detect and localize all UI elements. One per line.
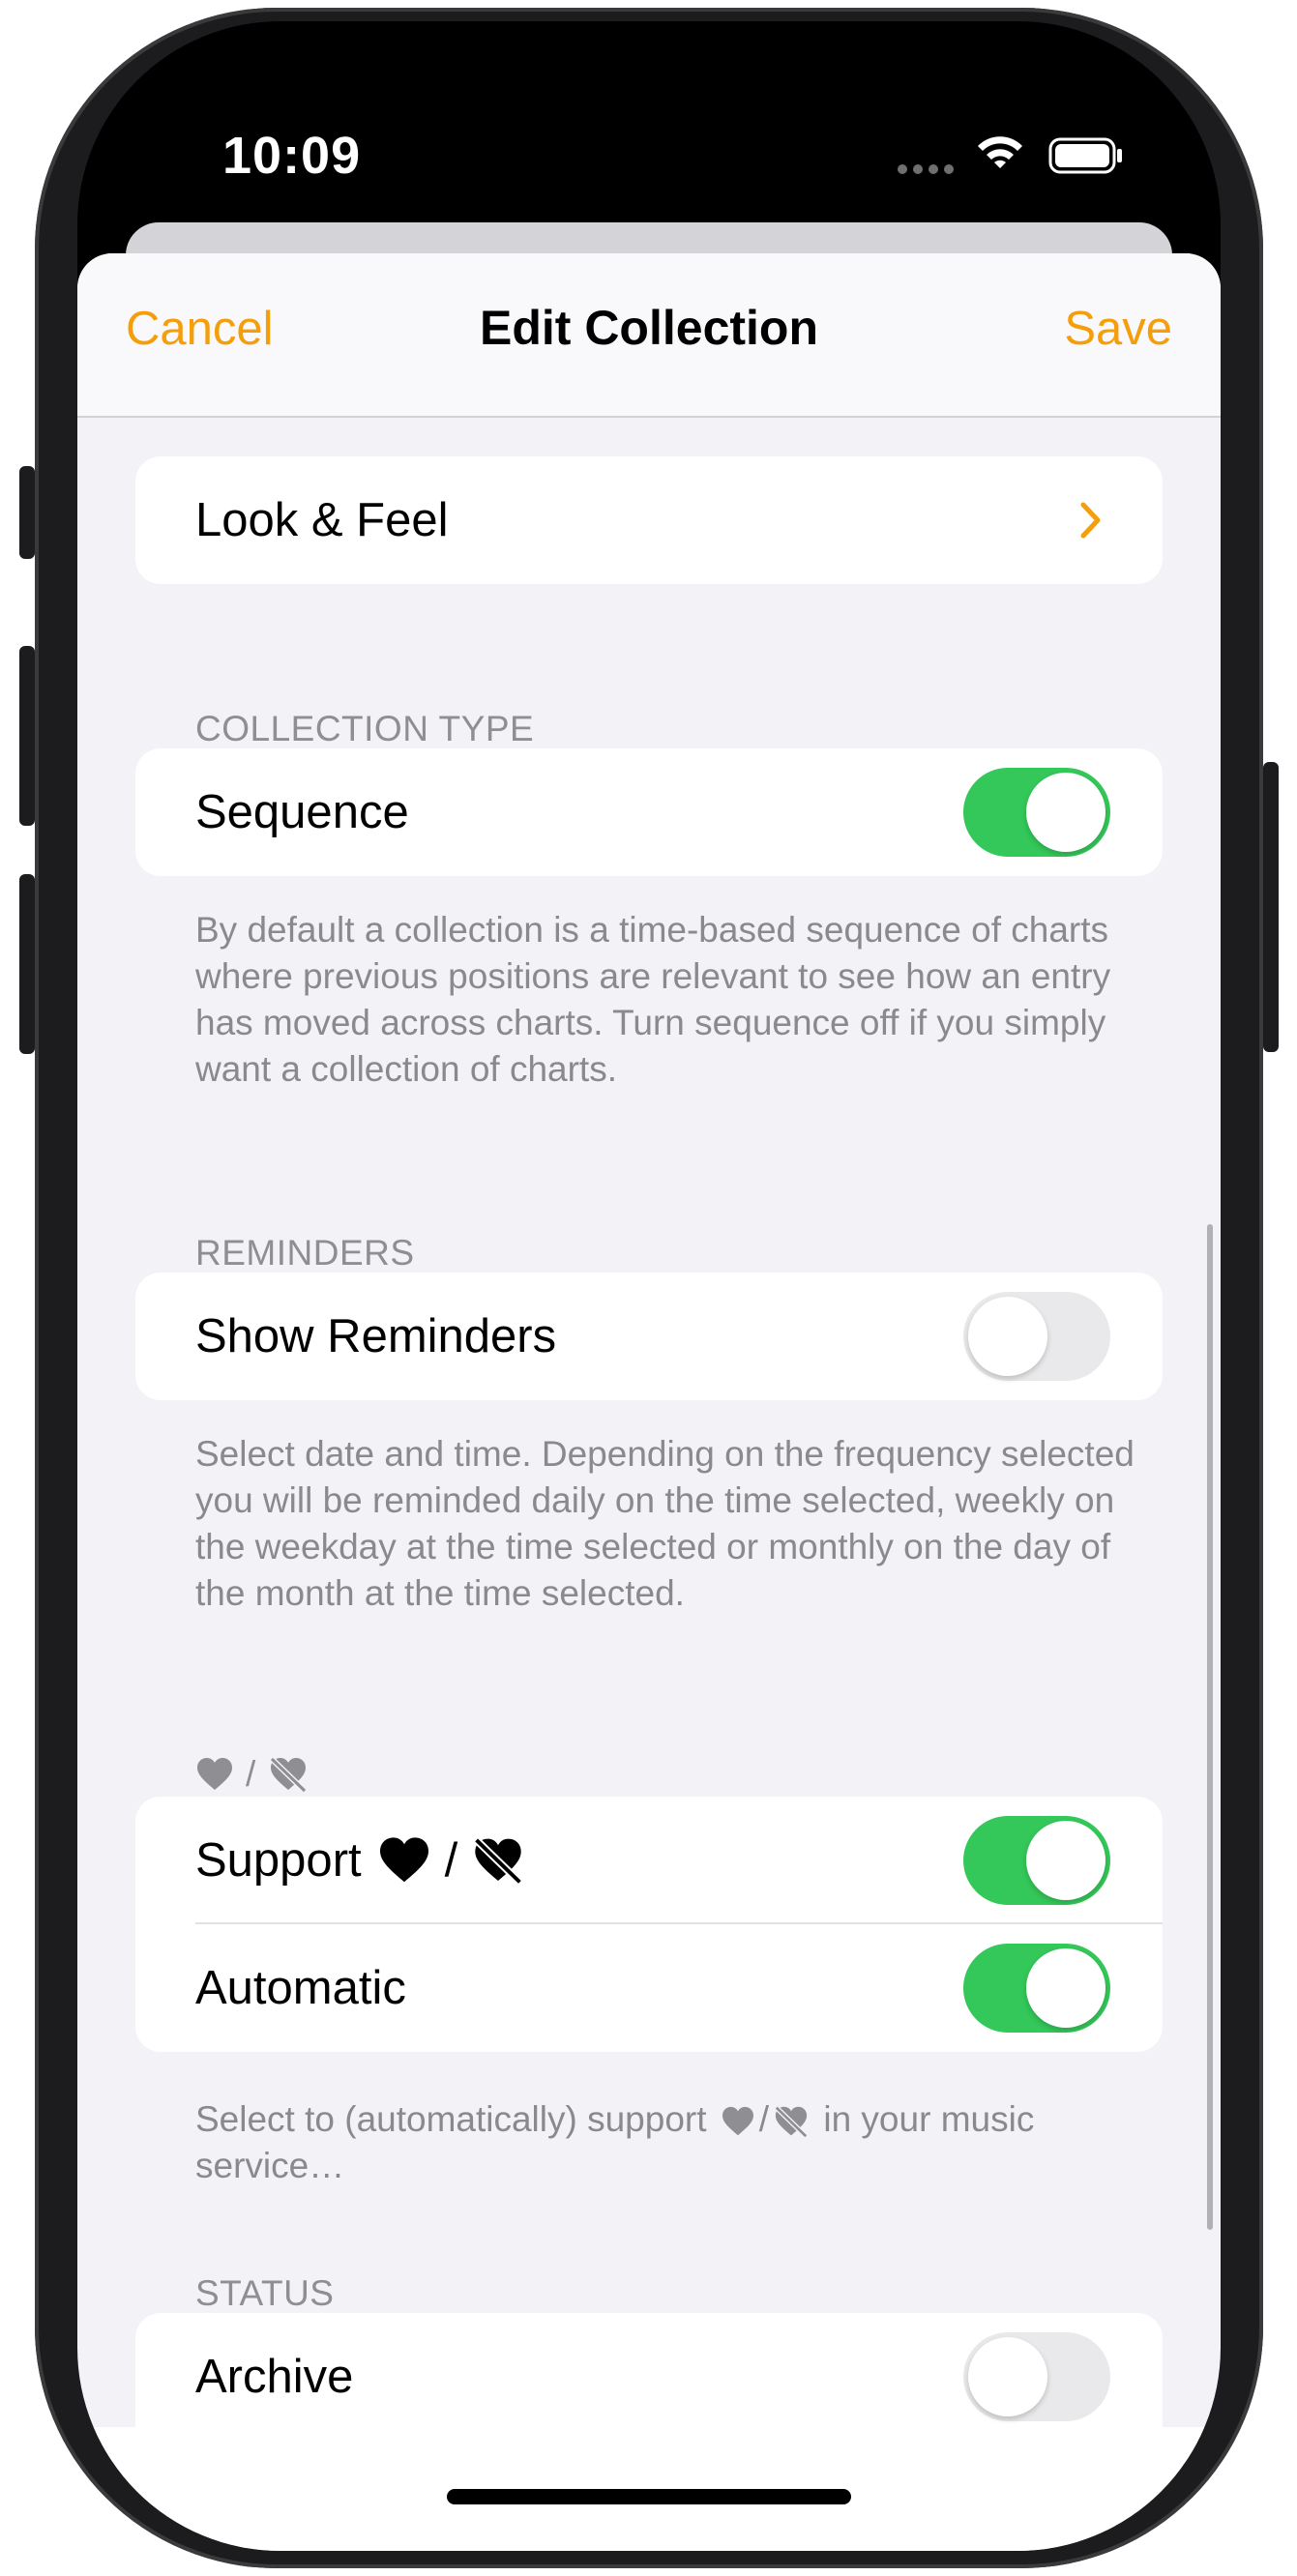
love-footer: Select to (automatically) support / in y… <box>195 2096 1163 2189</box>
sequence-row: Sequence <box>135 748 1163 876</box>
support-row: Support / <box>135 1797 1163 1924</box>
automatic-row: Automatic <box>135 1924 1163 2052</box>
archive-label: Archive <box>195 2351 354 2403</box>
chevron-right-icon <box>1080 502 1101 539</box>
show-reminders-toggle[interactable] <box>963 1292 1110 1381</box>
page-title: Edit Collection <box>480 301 818 355</box>
heart-slash-icon <box>774 2105 809 2139</box>
navigation-bar: Cancel Edit Collection Save <box>77 253 1221 418</box>
love-card: Support / Automatic <box>135 1797 1163 2052</box>
heart-slash-icon <box>474 1837 523 1885</box>
power-button <box>1263 762 1279 1052</box>
collection-type-footer: By default a collection is a time-based … <box>195 910 1111 1089</box>
edit-collection-sheet: Cancel Edit Collection Save Look & Feel … <box>77 253 1221 2551</box>
save-button[interactable]: Save <box>1064 302 1172 356</box>
automatic-label: Automatic <box>195 1962 406 2014</box>
sequence-label: Sequence <box>195 786 409 838</box>
love-header: / <box>195 1754 309 1795</box>
support-separator: / <box>444 1834 458 1887</box>
archive-toggle[interactable] <box>963 2332 1110 2421</box>
heart-icon <box>379 1837 428 1883</box>
volume-up-button <box>19 646 35 826</box>
look-feel-row[interactable]: Look & Feel <box>135 456 1163 584</box>
volume-down-button <box>19 874 35 1054</box>
love-header-separator: / <box>246 1754 256 1794</box>
support-label: Support <box>195 1834 362 1887</box>
archive-row: Archive <box>135 2313 1163 2441</box>
love-footer-pre: Select to (automatically) support <box>195 2099 707 2139</box>
heart-slash-icon <box>269 1756 307 1793</box>
home-indicator[interactable] <box>447 2489 851 2504</box>
screen: 10:09 Cancel Edit Collection Save Look &… <box>77 21 1221 2551</box>
look-feel-label: Look & Feel <box>195 494 449 546</box>
reminders-card: Show Reminders <box>135 1273 1163 1400</box>
look-feel-card: Look & Feel <box>135 456 1163 584</box>
show-reminders-row: Show Reminders <box>135 1273 1163 1400</box>
reminders-footer: Select date and time. Depending on the f… <box>195 1434 1135 1613</box>
heart-icon <box>197 1758 232 1790</box>
silent-switch <box>19 466 35 559</box>
sequence-toggle[interactable] <box>963 768 1110 857</box>
support-toggle[interactable] <box>963 1816 1110 1905</box>
collection-type-header: COLLECTION TYPE <box>195 709 535 748</box>
signal-dots-icon <box>898 164 954 174</box>
love-footer-separator: / <box>758 2099 770 2139</box>
heart-icon <box>722 2107 753 2136</box>
automatic-toggle[interactable] <box>963 1944 1110 2033</box>
reminders-header: REMINDERS <box>195 1233 415 1273</box>
status-header: STATUS <box>195 2273 335 2313</box>
collection-type-card: Sequence <box>135 748 1163 876</box>
status-time: 10:09 <box>222 127 362 185</box>
battery-icon <box>1048 137 1122 174</box>
wifi-icon <box>978 136 1022 168</box>
show-reminders-label: Show Reminders <box>195 1310 557 1362</box>
scrollbar[interactable] <box>1207 1224 1213 2230</box>
